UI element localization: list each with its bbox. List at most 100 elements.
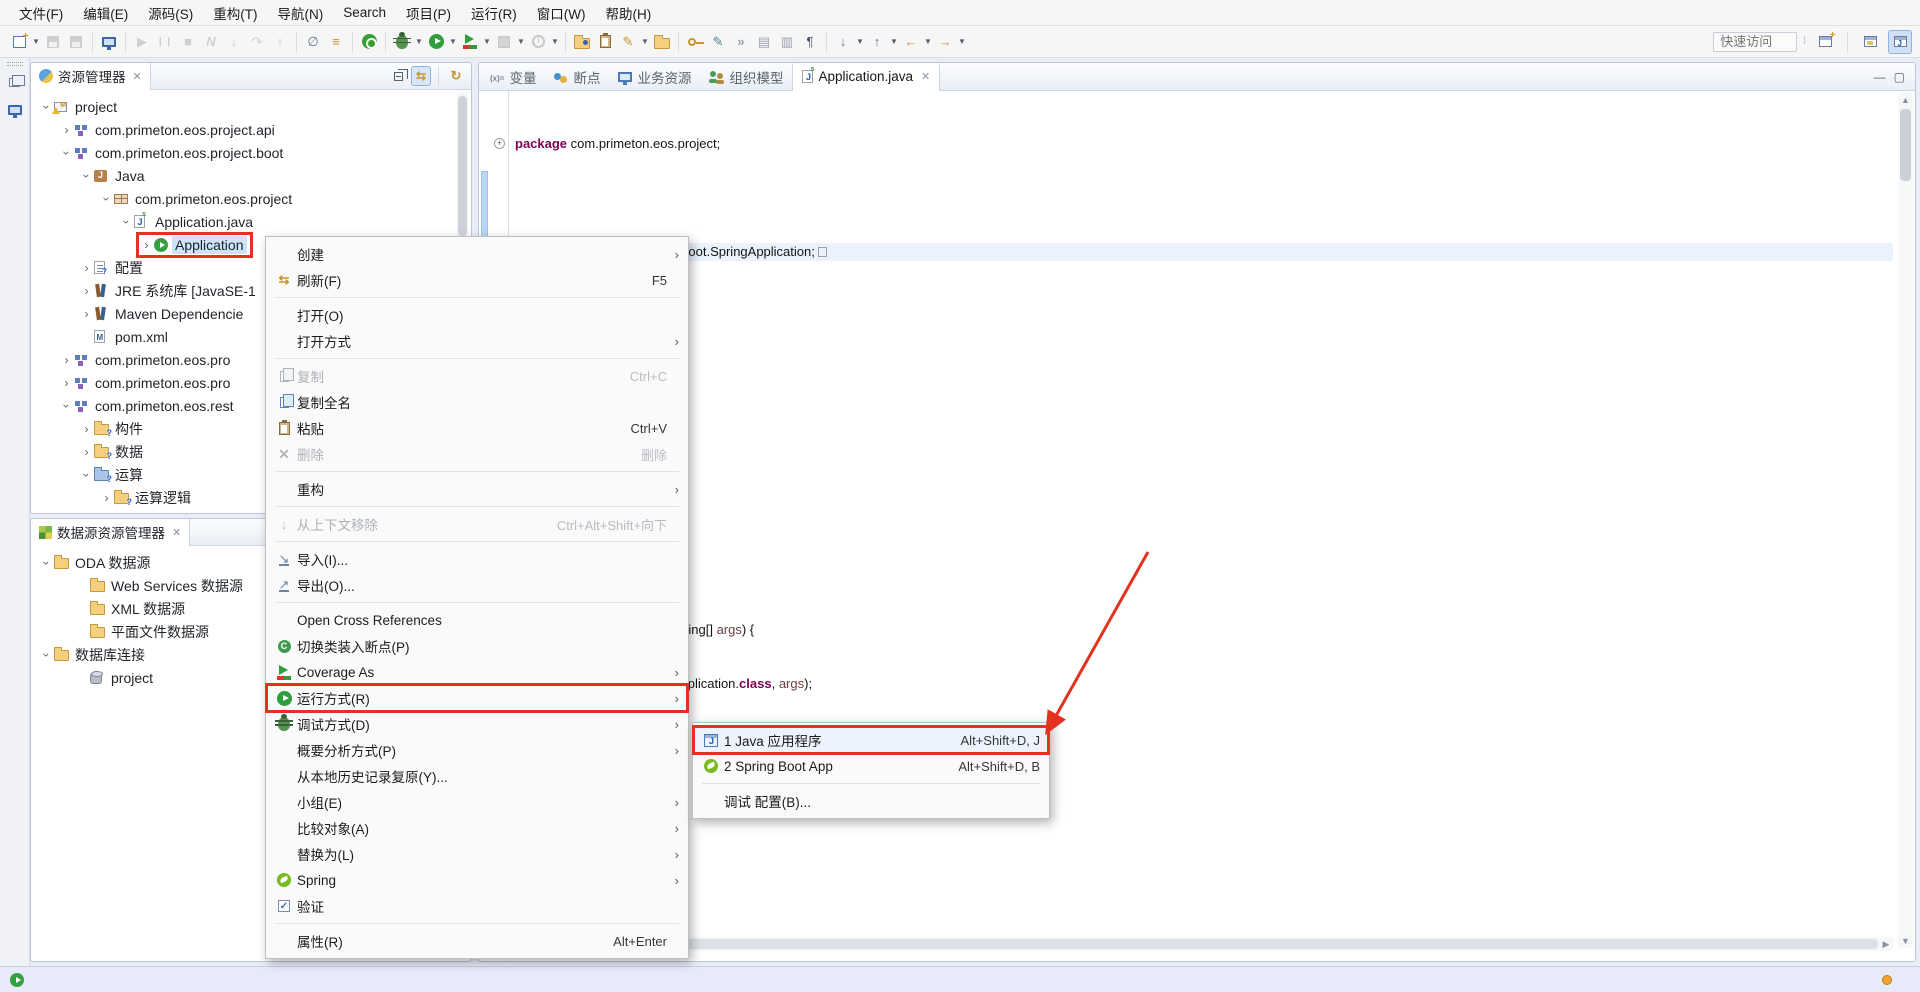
tree-item-application-java[interactable]: ›Application.java xyxy=(31,210,471,233)
chevron-expanded-icon[interactable]: › xyxy=(41,647,53,662)
vertical-scrollbar[interactable]: ▲ ▼ xyxy=(1898,93,1913,948)
menu-item-open-with[interactable]: 打开方式› xyxy=(267,328,687,354)
chevron-expanded-icon[interactable]: › xyxy=(101,191,113,206)
pause-icon[interactable]: ❙❙ xyxy=(154,30,176,54)
menu-item-open-cross-references[interactable]: Open Cross References xyxy=(267,607,687,633)
menu-refactor[interactable]: 重构(T) xyxy=(204,0,266,26)
chevron-collapsed-icon[interactable]: › xyxy=(79,308,94,320)
chevron-collapsed-icon[interactable]: › xyxy=(99,492,114,504)
scrollbar-thumb[interactable] xyxy=(1900,109,1911,181)
tab-datasource-explorer[interactable]: 数据源资源管理器 ✕ xyxy=(31,519,190,546)
run-dropdown-icon[interactable]: ▼ xyxy=(448,30,458,54)
profile-icon[interactable] xyxy=(527,30,549,54)
menu-item-debug-as[interactable]: 调试方式(D)› xyxy=(267,711,687,737)
step-return-icon[interactable]: ↑ xyxy=(269,30,291,54)
tab-breakpoints[interactable]: 断点 xyxy=(545,63,609,91)
chevron-expanded-icon[interactable]: › xyxy=(61,145,73,160)
menu-project[interactable]: 项目(P) xyxy=(397,0,460,26)
code-line[interactable]: import org.springframework.boot.SpringAp… xyxy=(515,243,1885,261)
chevron-collapsed-icon[interactable]: › xyxy=(79,446,94,458)
horizontal-scrollbar[interactable]: ◀ ▶ xyxy=(481,937,1893,951)
close-icon[interactable]: ✕ xyxy=(172,526,181,539)
menu-item-properties[interactable]: 属性(R)Alt+Enter xyxy=(267,928,687,954)
submenu-item-java-application[interactable]: 1 Java 应用程序Alt+Shift+D, J xyxy=(694,727,1048,753)
javaee-perspective-icon[interactable] xyxy=(1858,30,1882,54)
tab-business-resource[interactable]: 业务资源 xyxy=(609,63,700,91)
stop-dropdown-icon[interactable]: ▼ xyxy=(516,30,526,54)
link-with-editor-icon[interactable]: ⇆ xyxy=(411,66,431,86)
back-dropdown-icon[interactable]: ▼ xyxy=(923,30,933,54)
chevron-expanded-icon[interactable]: › xyxy=(81,168,93,183)
chevron-collapsed-icon[interactable]: › xyxy=(79,262,94,274)
tree-item-project-api[interactable]: ›com.primeton.eos.project.api xyxy=(31,118,471,141)
menu-edit[interactable]: 编辑(E) xyxy=(74,0,137,26)
refresh-view-icon[interactable]: ↻ xyxy=(446,66,466,86)
scroll-right-icon[interactable]: ▶ xyxy=(1879,937,1893,951)
code-editor[interactable]: + package com.primeton.eos.project; impo… xyxy=(479,91,1915,961)
next-edit-icon[interactable]: ▤ xyxy=(753,30,775,54)
forward-icon[interactable]: → xyxy=(934,30,956,54)
console-view-icon[interactable] xyxy=(4,98,26,122)
menu-item-paste[interactable]: 粘贴Ctrl+V xyxy=(267,415,687,441)
code-line[interactable]: package com.primeton.eos.project; xyxy=(515,135,1885,153)
run-icon[interactable] xyxy=(425,30,447,54)
menu-item-run-as[interactable]: 运行方式(R)› xyxy=(267,685,687,711)
menu-search[interactable]: Search xyxy=(334,2,395,23)
submenu-item-spring-boot-app[interactable]: 2 Spring Boot AppAlt+Shift+D, B xyxy=(694,753,1048,779)
save-icon[interactable] xyxy=(42,30,64,54)
menu-item-create[interactable]: 创建› xyxy=(267,241,687,267)
maximize-icon[interactable]: ▢ xyxy=(1894,70,1905,84)
menu-help[interactable]: 帮助(H) xyxy=(597,0,661,26)
debug-icon[interactable] xyxy=(391,30,413,54)
menu-item-replace-with[interactable]: 替换为(L)› xyxy=(267,841,687,867)
tab-project-explorer[interactable]: 资源管理器 ✕ xyxy=(31,63,151,90)
next-annotation-icon[interactable]: ↓ xyxy=(832,30,854,54)
menu-item-refactor[interactable]: 重构› xyxy=(267,476,687,502)
console-icon[interactable] xyxy=(98,30,120,54)
new-java-project-icon[interactable] xyxy=(571,30,593,54)
breakpoint-types-icon[interactable]: ≡ xyxy=(325,30,347,54)
save-all-icon[interactable] xyxy=(65,30,87,54)
code-line[interactable]: @SpringBootApplication xyxy=(515,351,1885,369)
menu-item-delete[interactable]: ✕删除删除 xyxy=(267,441,687,467)
minimize-icon[interactable]: — xyxy=(1874,70,1886,84)
collapse-all-icon[interactable] xyxy=(388,66,408,86)
debug-dropdown-icon[interactable]: ▼ xyxy=(414,30,424,54)
menu-item-coverage-as[interactable]: Coverage As› xyxy=(267,659,687,685)
prev-annotation-icon[interactable]: ↑ xyxy=(866,30,888,54)
chevron-expanded-icon[interactable]: › xyxy=(41,555,53,570)
prev-annotation-dropdown-icon[interactable]: ▼ xyxy=(889,30,899,54)
skip-icon[interactable]: » xyxy=(730,30,752,54)
menu-item-compare-with[interactable]: 比较对象(A)› xyxy=(267,815,687,841)
menu-source[interactable]: 源码(S) xyxy=(139,0,202,26)
key-icon[interactable] xyxy=(684,30,706,54)
chevron-collapsed-icon[interactable]: › xyxy=(59,377,74,389)
coverage-icon[interactable] xyxy=(459,30,481,54)
submenu-item-debug-configurations[interactable]: 调试 配置(B)... xyxy=(694,788,1048,814)
profile-dropdown-icon[interactable]: ▼ xyxy=(550,30,560,54)
tab-org-model[interactable]: 组织模型 xyxy=(700,63,792,91)
clipboard-icon[interactable] xyxy=(594,30,616,54)
menu-item-validate[interactable]: ✓验证 xyxy=(267,893,687,919)
code-line[interactable]: public static void main(String[] args) { xyxy=(515,621,1885,639)
menu-item-copy-qualified-name[interactable]: 复制全名 xyxy=(267,389,687,415)
code-line[interactable]: SpringApplication.run(Application.class,… xyxy=(515,675,1885,693)
stop-icon[interactable] xyxy=(493,30,515,54)
code-line[interactable]: public class Application { xyxy=(515,567,1885,585)
toolbar-overflow-icon[interactable]: ⁞ xyxy=(1803,36,1807,47)
open-perspective-icon[interactable] xyxy=(1813,30,1837,54)
step-over-icon[interactable]: ↷ xyxy=(246,30,268,54)
code-line[interactable] xyxy=(515,189,1885,207)
brush-icon[interactable]: ✎ xyxy=(707,30,729,54)
chevron-collapsed-icon[interactable]: › xyxy=(139,239,154,251)
scrollbar-thumb[interactable] xyxy=(496,939,1878,949)
chevron-expanded-icon[interactable]: › xyxy=(121,214,133,229)
menu-item-spring[interactable]: Spring› xyxy=(267,867,687,893)
chevron-collapsed-icon[interactable]: › xyxy=(59,354,74,366)
new-wizard-dropdown-icon[interactable]: ▼ xyxy=(31,30,41,54)
close-icon[interactable]: ✕ xyxy=(921,70,930,83)
tree-item-project-boot[interactable]: ›com.primeton.eos.project.boot xyxy=(31,141,471,164)
menu-window[interactable]: 窗口(W) xyxy=(528,0,595,26)
menu-item-remove-from-context[interactable]: ↓从上下文移除Ctrl+Alt+Shift+向下 xyxy=(267,511,687,537)
resume-icon[interactable]: ▶ xyxy=(131,30,153,54)
